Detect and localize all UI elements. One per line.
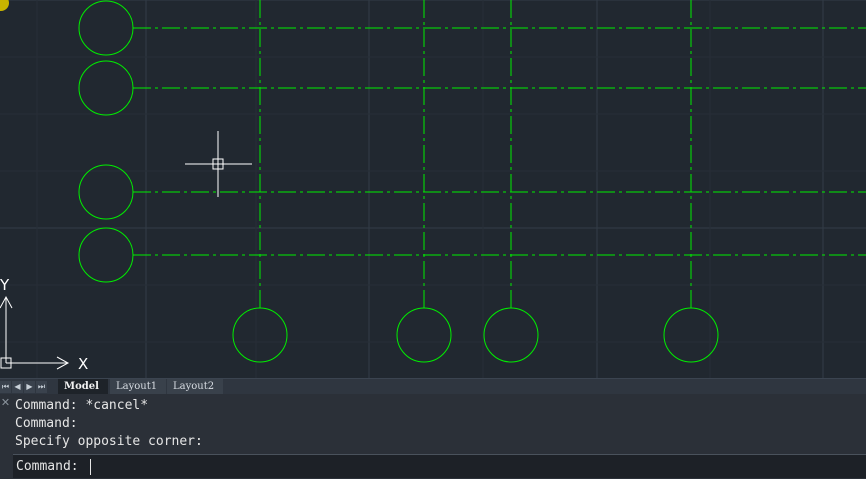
command-line-panel: ✕ Command: *cancel* Command: Specify opp… xyxy=(0,394,866,479)
close-icon[interactable]: ✕ xyxy=(0,396,11,410)
drawing-svg[interactable]: X Y xyxy=(0,0,866,378)
last-tab-icon[interactable]: ⏭ xyxy=(36,381,47,393)
command-prompt: Command: xyxy=(16,459,79,474)
tab-layout1[interactable]: Layout1 xyxy=(110,379,166,394)
first-tab-icon[interactable]: ⏮ xyxy=(0,381,11,393)
axis-bubble[interactable] xyxy=(396,307,452,363)
next-tab-icon[interactable]: ▶ xyxy=(24,381,35,393)
command-input[interactable] xyxy=(93,457,857,477)
tab-layout2[interactable]: Layout2 xyxy=(167,379,223,394)
cad-application: X Y ⏮ ◀ ▶ ⏭ Model Layout1 Layout2 ✕ Comm… xyxy=(0,0,866,479)
ucs-y-label: Y xyxy=(0,276,10,294)
command-history-line: Specify opposite corner: xyxy=(15,434,203,449)
previous-tab-icon[interactable]: ◀ xyxy=(12,381,23,393)
command-input-row[interactable]: Command: xyxy=(13,454,866,478)
axis-bubble[interactable] xyxy=(78,227,134,283)
axis-bubble[interactable] xyxy=(78,164,134,220)
tab-model[interactable]: Model xyxy=(58,379,108,394)
axis-bubble[interactable] xyxy=(483,307,539,363)
ucs-icon xyxy=(0,295,70,370)
drawing-canvas[interactable]: X Y xyxy=(0,0,866,378)
axis-bubble[interactable] xyxy=(232,307,288,363)
command-history-line: Command: *cancel* xyxy=(15,398,149,413)
axis-bubble[interactable] xyxy=(78,0,134,56)
command-history-line: Command: xyxy=(15,416,78,431)
axis-bubble[interactable] xyxy=(78,60,134,116)
minor-grid xyxy=(0,0,866,378)
layout-tab-bar: ⏮ ◀ ▶ ⏭ Model Layout1 Layout2 xyxy=(0,378,866,394)
crosshair-cursor-icon xyxy=(185,131,252,197)
ucs-x-label: X xyxy=(78,355,88,373)
grip-marker[interactable] xyxy=(0,0,9,11)
command-history: Command: *cancel* Command: Specify oppos… xyxy=(15,397,860,451)
text-caret xyxy=(90,459,91,475)
